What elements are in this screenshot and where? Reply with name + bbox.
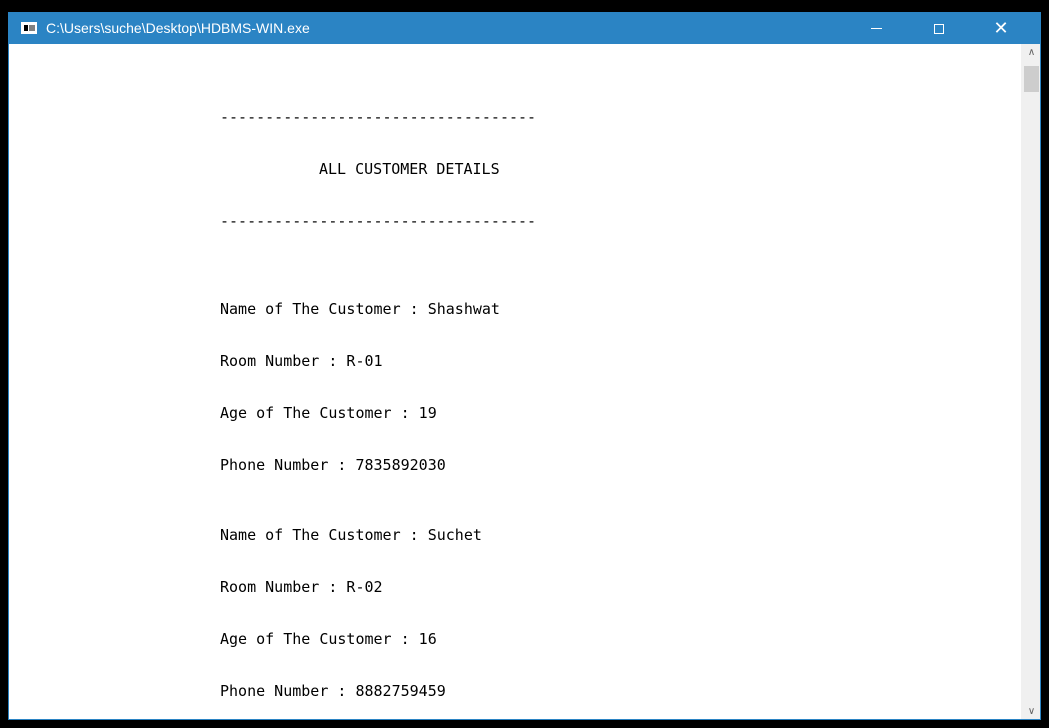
scroll-up-arrow-icon[interactable]: ∧ <box>1022 44 1040 61</box>
app-icon-part <box>29 25 35 31</box>
customer-phone-line: Phone Number : 7835892030 <box>220 456 446 474</box>
console-output[interactable]: ----------------------------------- ALL … <box>9 44 1021 719</box>
customer-name-line: Name of The Customer : Suchet <box>220 526 482 544</box>
close-button[interactable]: ✕ <box>978 13 1024 44</box>
customer-room-line: Room Number : R-02 <box>220 578 383 596</box>
separator-line: ----------------------------------- <box>220 212 537 230</box>
app-icon-part <box>24 25 28 31</box>
maximize-button[interactable] <box>916 13 962 44</box>
customer-phone-line: Phone Number : 8882759459 <box>220 682 446 700</box>
minimize-icon <box>870 28 882 29</box>
minimize-button[interactable] <box>853 13 899 44</box>
vertical-scrollbar[interactable]: ∧ ∨ <box>1021 44 1040 719</box>
console-app-icon[interactable] <box>21 22 37 34</box>
close-icon: ✕ <box>993 17 1009 39</box>
heading: ALL CUSTOMER DETAILS <box>319 160 500 178</box>
customer-room-line: Room Number : R-01 <box>220 352 383 370</box>
customer-age-line: Age of The Customer : 19 <box>220 404 437 422</box>
separator-line: ----------------------------------- <box>220 108 537 126</box>
scroll-down-arrow-icon[interactable]: ∨ <box>1022 703 1040 719</box>
window-title: C:\Users\suche\Desktop\HDBMS-WIN.exe <box>46 20 310 36</box>
scroll-thumb[interactable] <box>1024 66 1039 92</box>
title-bar[interactable]: C:\Users\suche\Desktop\HDBMS-WIN.exe ✕ <box>9 13 1040 44</box>
maximize-icon <box>934 23 944 34</box>
console-window: C:\Users\suche\Desktop\HDBMS-WIN.exe ✕ -… <box>8 12 1041 720</box>
customer-name-line: Name of The Customer : Shashwat <box>220 300 500 318</box>
customer-age-line: Age of The Customer : 16 <box>220 630 437 648</box>
